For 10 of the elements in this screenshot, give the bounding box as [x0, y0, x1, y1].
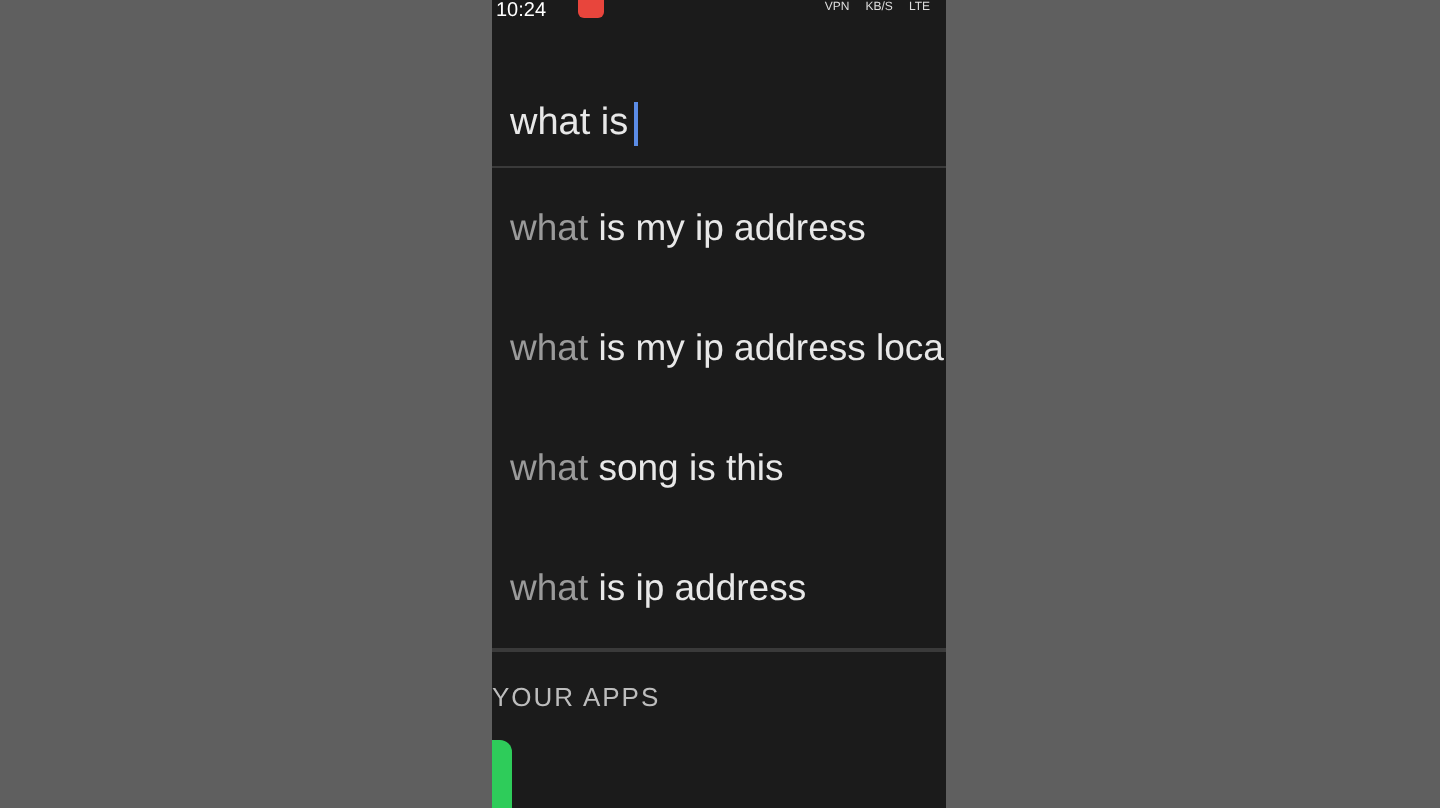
suggestion-item[interactable]: what is ip address [492, 528, 946, 648]
status-time: 10:24 [496, 0, 547, 24]
suggestion-item[interactable]: what is my ip address loca [492, 288, 946, 408]
suggestion-item[interactable]: what song is this [492, 408, 946, 528]
section-heading: YOUR APPS [492, 680, 663, 716]
app-icon[interactable] [492, 739, 512, 808]
notification-icon [578, 0, 605, 18]
search-field[interactable]: what is [492, 26, 946, 168]
suggestion-item[interactable]: what is my ip address [492, 168, 946, 288]
text-cursor [634, 102, 639, 146]
